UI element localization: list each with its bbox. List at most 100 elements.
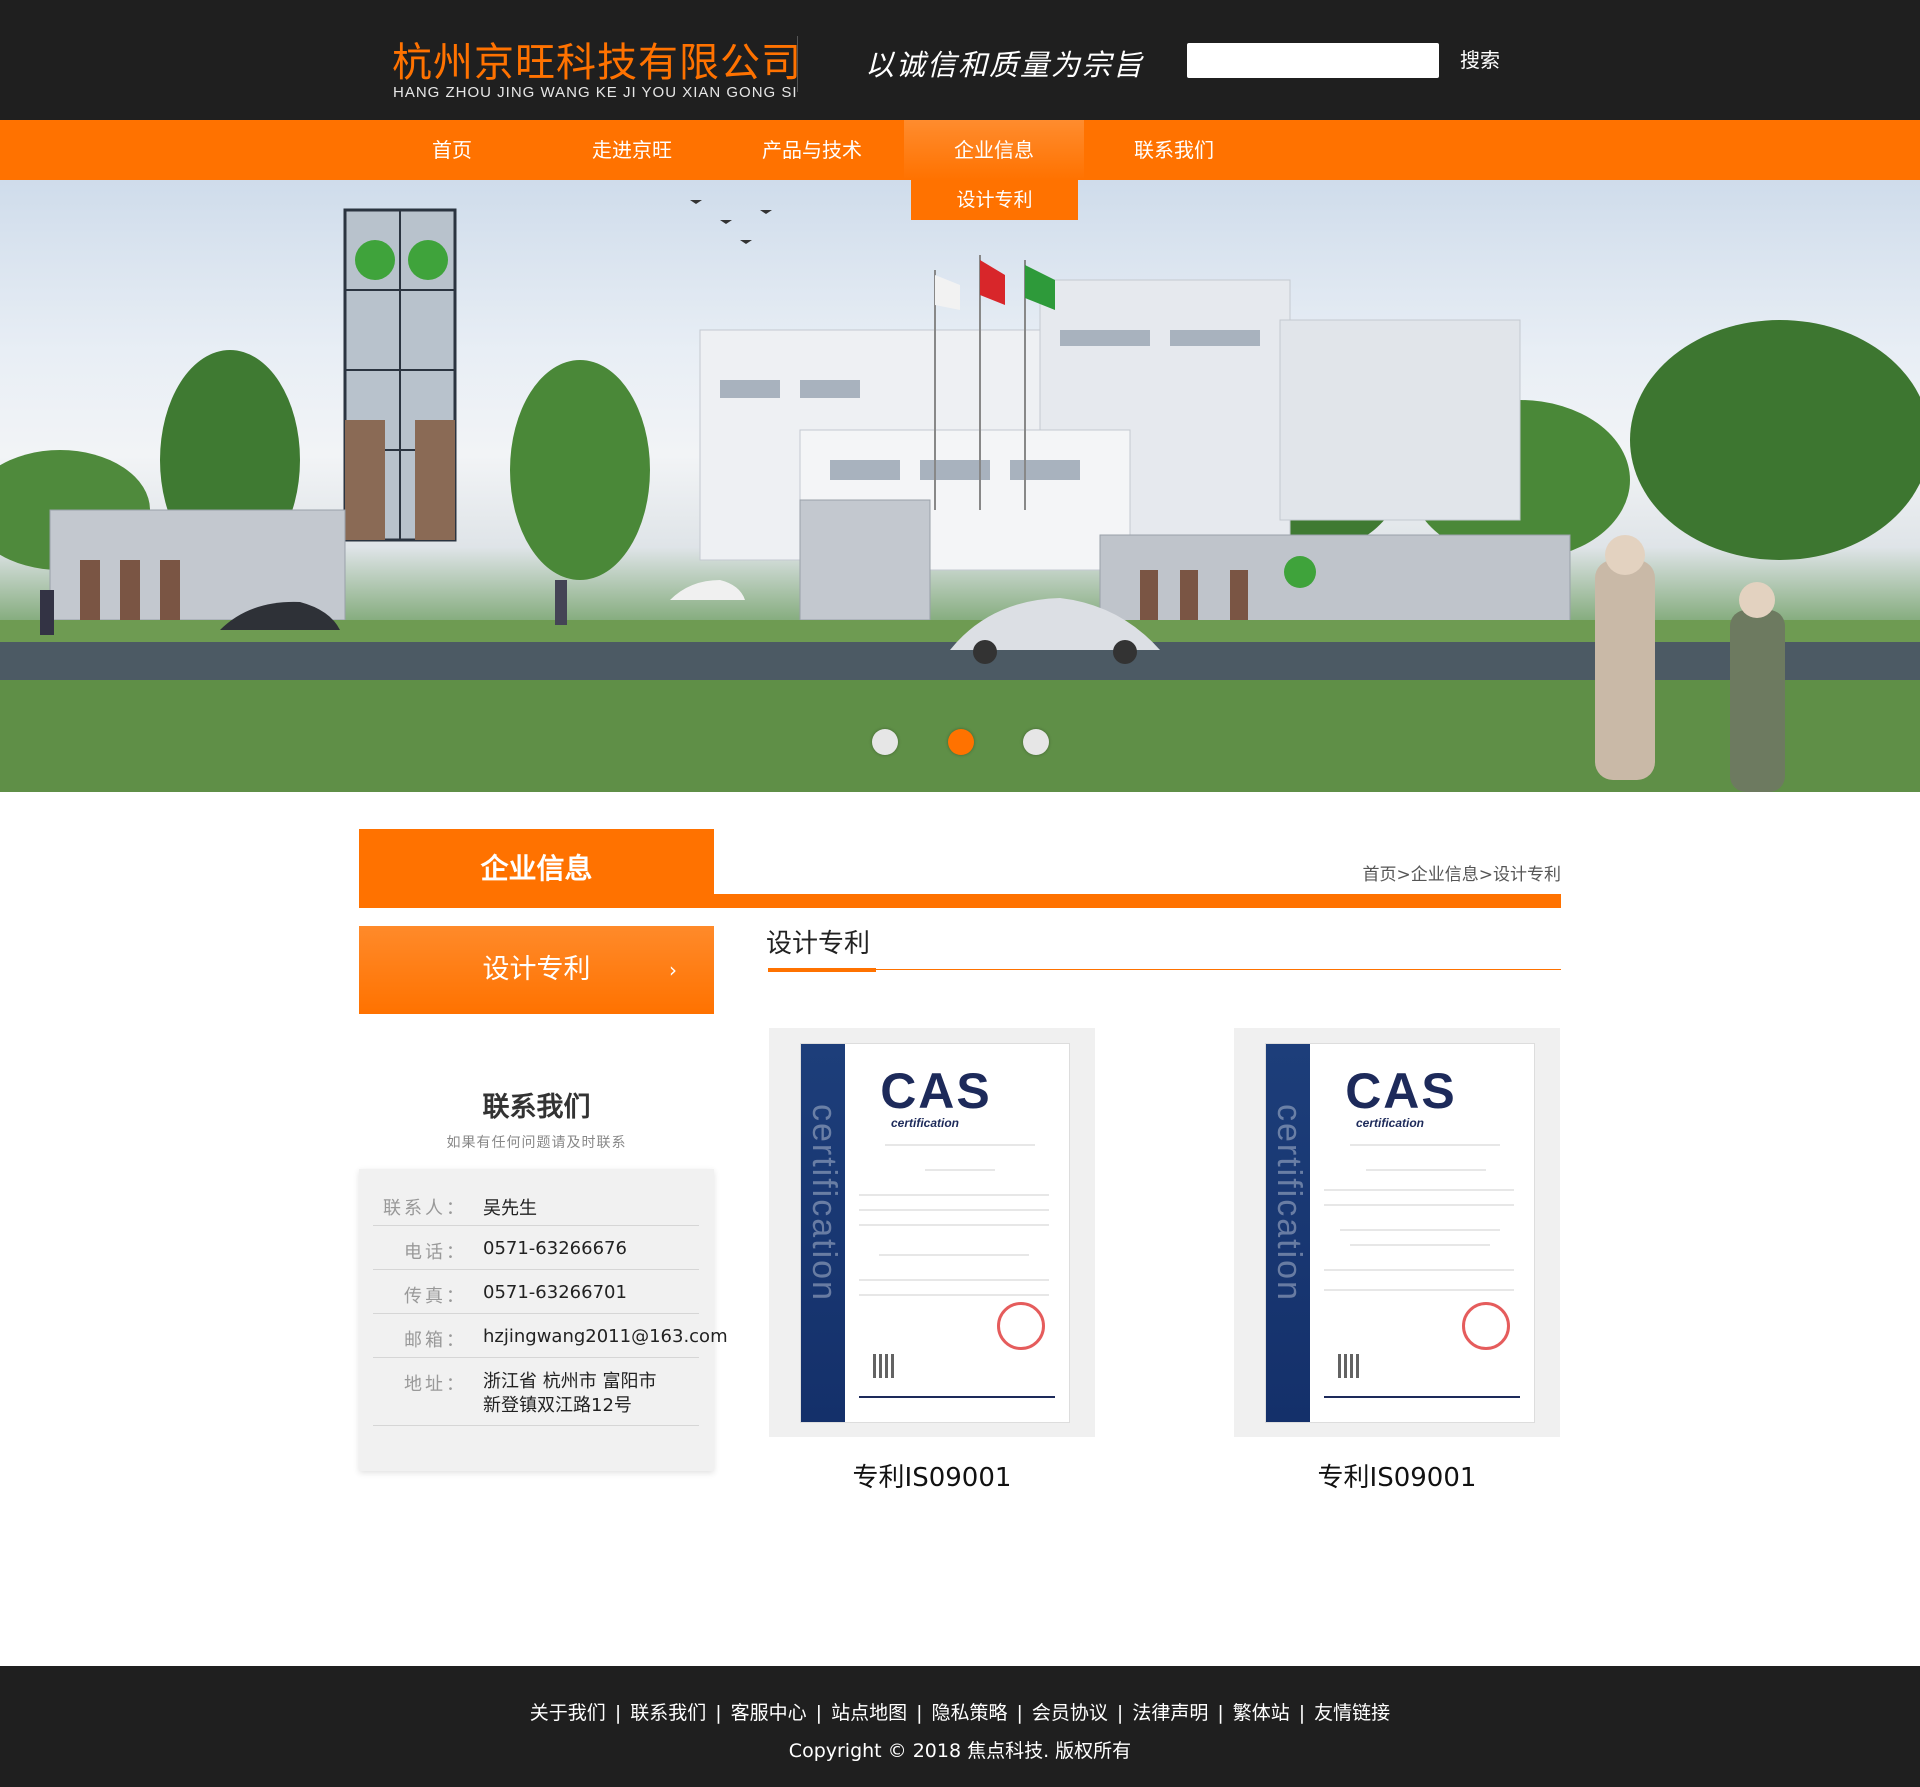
nav-item-home[interactable]: 首页 xyxy=(362,120,542,180)
nav-item-products[interactable]: 产品与技术 xyxy=(722,120,902,180)
footer-links: 关于我们 | 联系我们 | 客服中心 | 站点地图 | 隐私策略 | 会员协议 | 法律声明 | 繁体站 | 友… xyxy=(0,1698,1920,1725)
footer-separator: | xyxy=(715,1702,722,1724)
company-logo-en: HANG ZHOU JING WANG KE JI YOU XIAN GONG … xyxy=(393,84,798,101)
footer-separator: | xyxy=(815,1702,823,1724)
footer-link-privacy[interactable]: 隐私策略 xyxy=(931,1702,1007,1724)
patent-card-2[interactable]: certification CAS certification xyxy=(1234,1028,1560,1437)
cert-text-line xyxy=(1350,1144,1500,1146)
search-button[interactable]: 搜索 xyxy=(1460,43,1500,78)
breadcrumb[interactable]: 首页>企业信息>设计专利 xyxy=(1350,860,1562,885)
footer-link-legal[interactable]: 法律声明 xyxy=(1132,1702,1208,1724)
cert-subtitle: certification xyxy=(891,1116,960,1130)
birds xyxy=(690,200,772,244)
cert-subtitle: certification xyxy=(1356,1116,1425,1130)
contact-row-person: 联系人： 吴先生 xyxy=(373,1182,699,1226)
company-slogan: 以诚信和质量为宗旨 xyxy=(865,48,1145,82)
footer-separator: | xyxy=(614,1702,622,1724)
nav-item-company-info[interactable]: 企业信息 xyxy=(904,120,1084,180)
footer-link-membership[interactable]: 会员协议 xyxy=(1032,1702,1108,1724)
cas-logo: CAS xyxy=(1345,1063,1457,1119)
qr-code-icon xyxy=(873,1354,897,1378)
page-title: 设计专利 xyxy=(766,929,871,959)
cert-band-text: certification xyxy=(1270,1104,1308,1302)
contact-row-email: 邮箱： hzjingwang2011@163.com xyxy=(373,1314,728,1358)
footer-link-about[interactable]: 关于我们 xyxy=(530,1702,606,1724)
contact-label: 联系人： xyxy=(383,1198,467,1219)
contact-label: 传真： xyxy=(404,1286,467,1307)
contact-label: 电话： xyxy=(404,1242,467,1263)
title-accent xyxy=(768,968,876,972)
main-nav: 首页 走进京旺 产品与技术 企业信息 联系我们 xyxy=(0,120,1920,180)
contact-value: 吴先生 xyxy=(483,1198,537,1219)
contact-label: 邮箱： xyxy=(404,1330,467,1351)
contact-value: 浙江省 杭州市 富阳市 新登镇双江路12号 xyxy=(483,1370,656,1418)
sidebar-item-design-patent[interactable]: 设计专利 › xyxy=(359,926,714,1014)
hero-banner xyxy=(0,180,1920,792)
cert-text-line xyxy=(1366,1169,1486,1171)
cert-bottom-rule xyxy=(1324,1396,1520,1398)
footer: 关于我们 | 联系我们 | 客服中心 | 站点地图 | 隐私策略 | 会员协议 | 法律声明 | 繁体站 | 友… xyxy=(0,1666,1920,1787)
footer-separator: | xyxy=(1116,1702,1124,1724)
certificate-image: certification CAS certification xyxy=(1265,1043,1535,1423)
cert-text-line xyxy=(879,1254,1029,1256)
chevron-right-icon: › xyxy=(669,958,677,982)
footer-separator: | xyxy=(1217,1702,1224,1724)
search-input[interactable] xyxy=(1187,43,1439,78)
banner-illustration xyxy=(0,200,1920,792)
cert-text-line xyxy=(859,1279,1049,1281)
cert-text-line xyxy=(885,1144,1035,1146)
patent-title-1[interactable]: 专利IS09001 xyxy=(769,1457,1095,1494)
footer-link-traditional[interactable]: 繁体站 xyxy=(1233,1702,1290,1724)
cert-band-text: certification xyxy=(805,1104,843,1302)
cert-text-line xyxy=(859,1294,1049,1296)
cert-text-line xyxy=(859,1209,1049,1211)
cert-text-line xyxy=(1324,1269,1514,1271)
header-divider xyxy=(797,36,798,92)
slide-dot-1[interactable] xyxy=(872,729,898,755)
red-seal-icon xyxy=(997,1302,1045,1350)
footer-link-friends[interactable]: 友情链接 xyxy=(1314,1702,1390,1724)
slide-dot-2[interactable] xyxy=(948,729,974,755)
patent-card-1[interactable]: certification CAS certification xyxy=(769,1028,1095,1437)
footer-separator: | xyxy=(1298,1702,1306,1724)
section-title: 企业信息 xyxy=(359,829,714,908)
certificate-image: certification CAS certification xyxy=(800,1043,1070,1423)
contact-title: 联系我们 xyxy=(482,1092,591,1123)
patent-title-2[interactable]: 专利IS09001 xyxy=(1234,1457,1560,1494)
cert-text-line xyxy=(859,1194,1049,1196)
nav-item-contact[interactable]: 联系我们 xyxy=(1084,120,1264,180)
sidebar-item-label: 设计专利 xyxy=(482,954,591,985)
contact-subtitle: 如果有任何问题请及时联系 xyxy=(446,1135,627,1151)
cert-text-line xyxy=(1350,1244,1490,1246)
top-header: 杭州京旺科技有限公司 HANG ZHOU JING WANG KE JI YOU… xyxy=(0,0,1920,120)
footer-link-contact[interactable]: 联系我们 xyxy=(630,1702,706,1724)
footer-separator: | xyxy=(916,1702,923,1724)
cert-text-line xyxy=(1324,1189,1514,1191)
company-logo-cn[interactable]: 杭州京旺科技有限公司 xyxy=(392,30,802,88)
contact-row-address: 地址： 浙江省 杭州市 富阳市 新登镇双江路12号 xyxy=(373,1358,699,1426)
contact-email-link[interactable]: hzjingwang2011@163.com xyxy=(483,1326,728,1347)
cert-text-line xyxy=(925,1169,995,1171)
contact-row-phone: 电话： 0571-63266676 xyxy=(373,1226,699,1270)
nav-dropdown-design-patent[interactable]: 设计专利 xyxy=(911,180,1078,220)
cert-text-line xyxy=(1324,1289,1514,1291)
cas-logo: CAS xyxy=(880,1063,992,1119)
copyright: Copyright © 2018 焦点科技. 版权所有 xyxy=(788,1740,1132,1762)
nav-item-about[interactable]: 走进京旺 xyxy=(542,120,722,180)
contact-box: 联系人： 吴先生 电话： 0571-63266676 传真： 0571-6326… xyxy=(359,1169,728,1471)
address-line-1: 浙江省 杭州市 富阳市 xyxy=(483,1371,657,1392)
cert-text-line xyxy=(1340,1229,1500,1231)
footer-separator: | xyxy=(1016,1702,1023,1724)
slide-dot-3[interactable] xyxy=(1023,729,1049,755)
title-divider xyxy=(768,969,1561,970)
contact-value: 0571-63266701 xyxy=(483,1282,627,1303)
contact-row-fax: 传真： 0571-63266701 xyxy=(373,1270,699,1314)
cert-text-line xyxy=(1324,1204,1514,1206)
qr-code-icon xyxy=(1338,1354,1362,1378)
cert-text-line xyxy=(859,1224,1049,1226)
red-seal-icon xyxy=(1462,1302,1510,1350)
footer-link-service[interactable]: 客服中心 xyxy=(731,1702,807,1724)
footer-link-sitemap[interactable]: 站点地图 xyxy=(831,1702,907,1724)
address-line-2: 新登镇双江路12号 xyxy=(483,1395,632,1416)
contact-label: 地址： xyxy=(404,1374,467,1395)
